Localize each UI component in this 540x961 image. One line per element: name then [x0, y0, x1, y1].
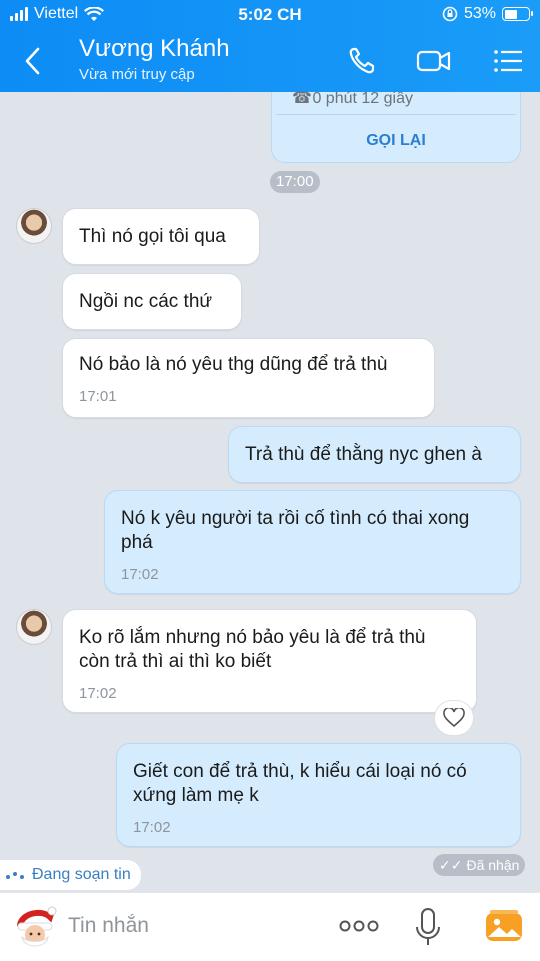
avatar[interactable] — [16, 609, 52, 645]
phone-icon[interactable] — [345, 44, 381, 78]
react-like-button[interactable] — [434, 700, 474, 736]
message-text: Nó k yêu người ta rồi cố tình có thai xo… — [121, 508, 470, 553]
battery-fill — [504, 9, 517, 19]
call-card-divider — [276, 114, 516, 115]
message-time: 17:02 — [79, 685, 117, 702]
timestamp-divider: 17:00 — [270, 171, 320, 193]
top-bar: Viettel 5:02 CH 53% Vương Khánh Vừa mới … — [0, 0, 540, 92]
message-input[interactable] — [68, 911, 308, 941]
message-bubble-incoming[interactable]: Thì nó gọi tôi qua — [62, 208, 260, 265]
chat-area[interactable]: ☎ 0 phút 12 giây GỌI LẠI 17:00 Thì nó gọ… — [0, 90, 540, 892]
call-card: ☎ 0 phút 12 giây GỌI LẠI — [271, 90, 521, 163]
menu-icon[interactable] — [490, 44, 526, 78]
message-bubble-incoming[interactable]: Ngồi nc các thứ — [62, 273, 242, 330]
double-check-icon: ✓✓ — [439, 857, 463, 873]
status-right: 53% — [442, 5, 533, 23]
delivery-status-text: Đã nhận — [466, 857, 520, 873]
video-call-icon[interactable] — [416, 44, 452, 78]
message-bubble-incoming[interactable]: Nó bảo là nó yêu thg dũng để trả thù 17:… — [62, 338, 435, 418]
battery-percent: 53% — [463, 5, 496, 22]
message-bubble-outgoing[interactable]: Trả thù để thằng nyc ghen à — [228, 426, 521, 483]
status-bar: Viettel 5:02 CH 53% — [0, 0, 540, 30]
message-bubble-outgoing[interactable]: Nó k yêu người ta rồi cố tình có thai xo… — [104, 490, 521, 594]
rotation-lock-icon — [442, 6, 458, 22]
message-text: Thì nó gọi tôi qua — [79, 226, 226, 247]
microphone-icon[interactable] — [414, 907, 442, 947]
gallery-icon[interactable] — [485, 909, 523, 943]
message-text: Ko rõ lắm nhưng nó bảo yêu là để trả thù… — [79, 627, 426, 672]
message-time: 17:02 — [121, 566, 159, 583]
back-icon[interactable] — [18, 44, 48, 78]
phone-small-icon: ☎ — [292, 90, 312, 107]
message-bubble-outgoing[interactable]: Giết con để trả thù, k hiểu cái loại nó … — [116, 743, 521, 847]
sticker-icon[interactable] — [12, 905, 58, 951]
typing-dots-icon — [6, 871, 24, 879]
typing-indicator: Đang soạn tin — [0, 860, 141, 890]
contact-status: Vừa mới truy cập — [79, 66, 195, 83]
avatar[interactable] — [16, 208, 52, 244]
message-time: 17:01 — [79, 388, 117, 405]
composer-bar — [0, 892, 540, 961]
message-text: Trả thù để thằng nyc ghen à — [245, 444, 482, 465]
call-back-button[interactable]: GỌI LẠI — [272, 132, 520, 150]
more-icon[interactable] — [338, 913, 380, 939]
contact-name[interactable]: Vương Khánh — [79, 35, 230, 63]
call-duration: ☎ 0 phút 12 giây — [292, 90, 413, 107]
heart-icon — [443, 708, 465, 728]
battery-icon — [502, 7, 533, 21]
delivery-status: ✓✓ Đã nhận — [433, 854, 526, 876]
message-bubble-incoming[interactable]: Ko rõ lắm nhưng nó bảo yêu là để trả thù… — [62, 609, 477, 713]
message-time: 17:02 — [133, 819, 171, 836]
message-text: Giết con để trả thù, k hiểu cái loại nó … — [133, 761, 467, 806]
message-text: Nó bảo là nó yêu thg dũng để trả thù — [79, 354, 388, 375]
message-text: Ngồi nc các thứ — [79, 291, 213, 312]
typing-text: Đang soạn tin — [32, 866, 131, 883]
